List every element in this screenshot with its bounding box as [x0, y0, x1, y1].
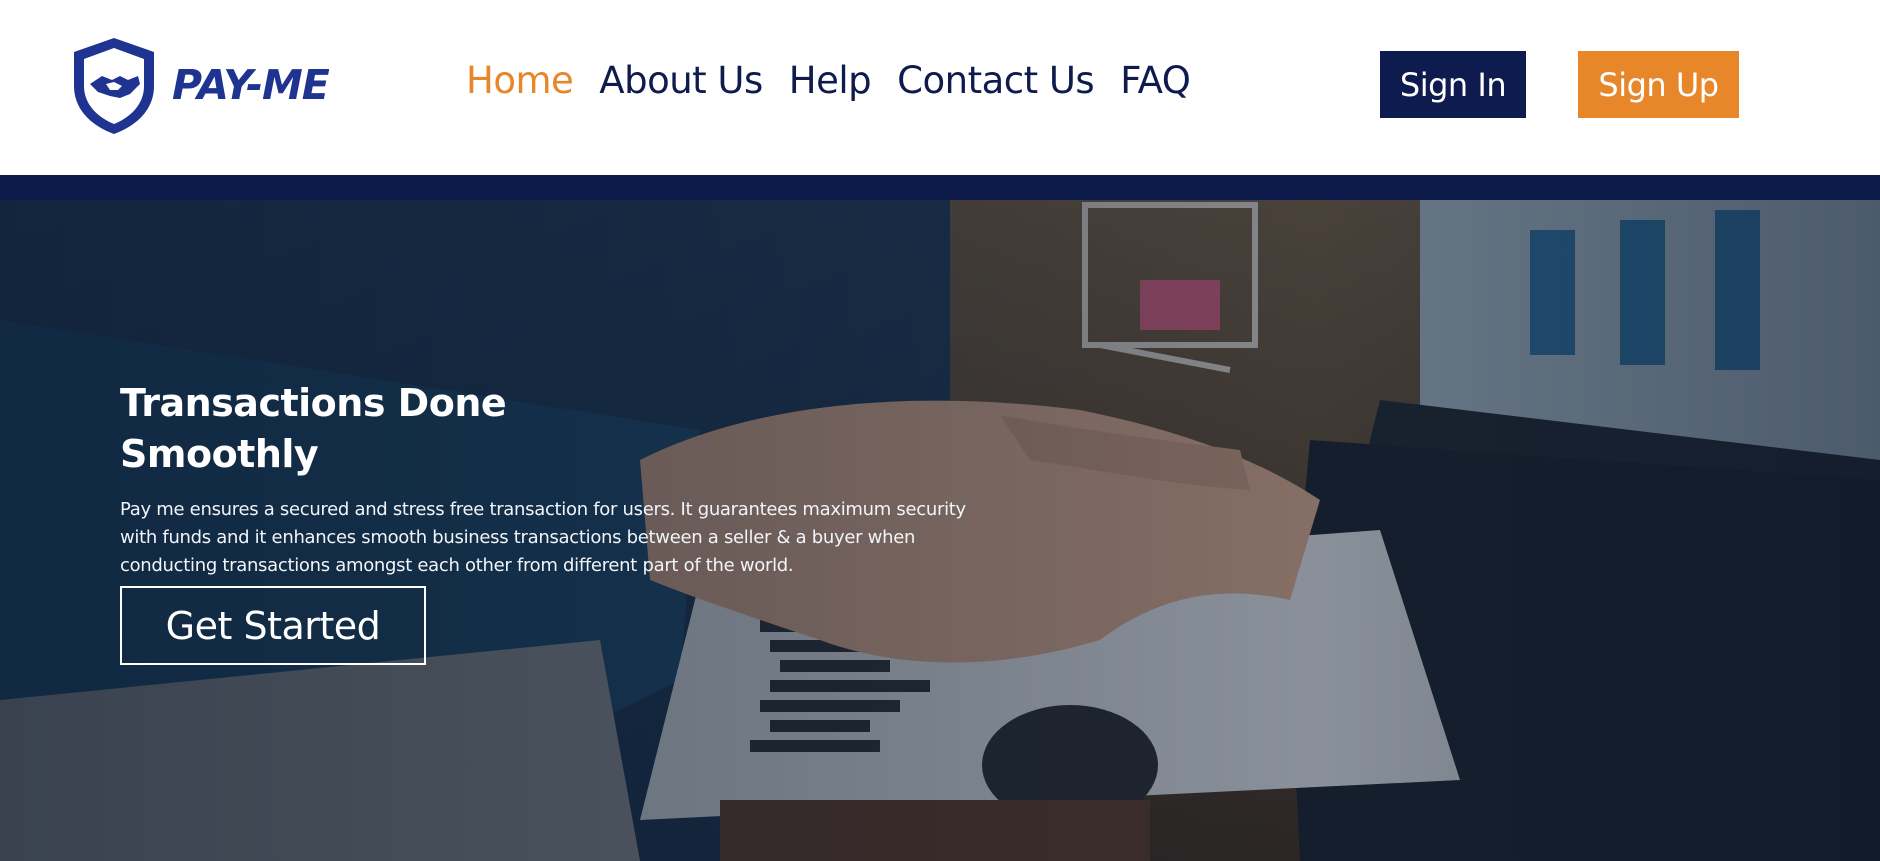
hero-section: Transactions Done Smoothly Pay me ensure… [0, 200, 1880, 861]
nav-faq[interactable]: FAQ [1120, 56, 1191, 106]
sign-in-button[interactable]: Sign In [1380, 51, 1526, 118]
header-divider-strip [0, 175, 1880, 200]
brand-name: PAY-ME [172, 61, 330, 109]
brand-logo[interactable]: PAY-ME [68, 34, 330, 136]
get-started-button[interactable]: Get Started [120, 586, 426, 665]
nav-help[interactable]: Help [789, 56, 872, 106]
nav-home[interactable]: Home [466, 56, 574, 106]
hero-content: Transactions Done Smoothly Pay me ensure… [120, 378, 1020, 580]
nav-about-us[interactable]: About Us [599, 56, 763, 106]
hero-description: Pay me ensures a secured and stress free… [120, 499, 966, 576]
hero-title: Transactions Done Smoothly [120, 381, 507, 476]
main-nav: Home About Us Help Contact Us FAQ [466, 56, 1191, 106]
shield-handshake-icon [74, 38, 154, 134]
nav-contact-us[interactable]: Contact Us [897, 56, 1095, 106]
site-header: PAY-ME Home About Us Help Contact Us FAQ… [0, 0, 1880, 175]
sign-up-button[interactable]: Sign Up [1578, 51, 1739, 118]
